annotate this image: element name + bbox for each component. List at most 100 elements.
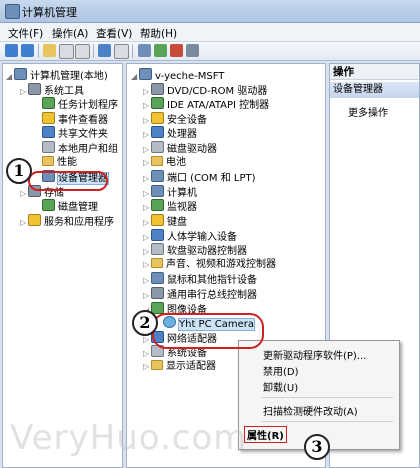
tree-item-label: 端口 (COM 和 LPT) xyxy=(167,173,256,185)
device_tree-row[interactable]: ▷ DVD/CD-ROM 驱动器 xyxy=(143,82,268,97)
tree-item-label: 本地用户和组 xyxy=(58,144,118,155)
tree-item-label: 处理器 xyxy=(167,129,197,141)
window-title: 计算机管理 xyxy=(22,6,77,19)
device_tree-row[interactable]: ▷ 键盘 xyxy=(143,214,187,228)
expand-arrow-icon[interactable]: ◢ xyxy=(6,70,14,84)
port-icon xyxy=(151,170,164,183)
back-icon[interactable] xyxy=(5,44,18,57)
left_tree-row[interactable]: 本地用户和组 xyxy=(34,141,118,155)
properties-icon[interactable] xyxy=(75,44,90,59)
expand-arrow-icon[interactable]: ▷ xyxy=(143,156,151,170)
device_tree-row[interactable]: ▷ 安全设备 xyxy=(143,111,207,126)
processor-icon xyxy=(151,126,164,139)
tree-item-label: 性能 xyxy=(57,156,77,168)
disable-icon[interactable] xyxy=(186,44,199,57)
ctx-scan-hardware[interactable]: 扫描检测硬件改动(A) xyxy=(263,403,358,418)
ctx-disable[interactable]: 禁用(D) xyxy=(263,363,299,378)
device_tree-row[interactable]: ◢ v-yeche-MSFT xyxy=(131,68,224,82)
forward-icon[interactable] xyxy=(21,44,34,57)
show-tree-icon[interactable] xyxy=(59,44,74,59)
toolbar xyxy=(0,42,420,61)
tree-item-label: 安全设备 xyxy=(167,114,207,126)
battery-icon xyxy=(151,155,163,166)
display-icon xyxy=(151,360,163,370)
menu-file[interactable]: 文件(F) xyxy=(8,26,43,41)
disk-management-icon xyxy=(42,199,55,212)
tree-item-label: 任务计划程序 xyxy=(58,100,118,112)
tools-icon xyxy=(28,82,41,95)
expand-arrow-icon[interactable]: ▷ xyxy=(20,187,28,201)
computer-icon xyxy=(139,68,152,80)
device_tree-row[interactable]: ▷ 声音、视频和游戏控制器 xyxy=(143,257,276,272)
up-folder-icon[interactable] xyxy=(43,44,56,57)
computer-management-icon xyxy=(5,4,20,19)
actions-section-device-manager[interactable]: 设备管理器 xyxy=(330,82,419,98)
users-icon xyxy=(42,141,55,153)
expand-arrow-icon[interactable]: ◢ xyxy=(131,70,139,84)
services-icon xyxy=(28,214,41,226)
highlight-device-manager xyxy=(28,171,108,191)
tree-item-label: 系统工具 xyxy=(44,85,84,97)
ctx-uninstall[interactable]: 卸载(U) xyxy=(263,379,298,394)
highlight-imaging-devices xyxy=(152,313,264,349)
device_tree-row[interactable]: ▷ 监视器 xyxy=(143,199,197,213)
help-icon[interactable] xyxy=(98,44,111,57)
computer-icon xyxy=(14,68,27,80)
tree-item-label: 共享文件夹 xyxy=(58,129,108,141)
menu-view[interactable]: 查看(V) xyxy=(96,26,132,41)
keyboard-icon xyxy=(151,214,164,226)
device_tree-row[interactable]: ▷ 计算机 xyxy=(143,184,197,199)
left_tree-row[interactable]: 事件查看器 xyxy=(34,111,108,126)
left_tree-row[interactable]: ▷ 服务和应用程序 xyxy=(20,214,114,228)
actions-header: 操作 xyxy=(330,64,419,80)
tree-item-label: v-yeche-MSFT xyxy=(155,71,225,82)
device_tree-row[interactable]: ▷ 磁盘驱动器 xyxy=(143,141,217,155)
dvd-icon xyxy=(151,82,164,95)
device_tree-row[interactable]: ▷ 鼠标和其他指针设备 xyxy=(143,272,257,286)
tree-item-label: DVD/CD-ROM 驱动器 xyxy=(167,85,268,97)
security-icon xyxy=(151,111,164,124)
callout-1: 1 xyxy=(6,158,32,184)
expand-arrow-icon[interactable]: ▷ xyxy=(20,85,28,99)
monitor-icon xyxy=(151,199,164,212)
performance-icon xyxy=(42,155,54,166)
ctx-update-driver[interactable]: 更新驱动程序软件(P)... xyxy=(263,347,366,362)
floppy-icon xyxy=(151,243,164,256)
device_tree-row[interactable]: ▷ 软盘驱动器控制器 xyxy=(143,243,247,257)
left_tree-row[interactable]: 性能 xyxy=(34,155,77,170)
tree-item-label: 计算机管理(本地) xyxy=(30,71,108,82)
ctx-properties[interactable]: 属性(R) xyxy=(244,426,287,443)
menu-help[interactable]: 帮助(H) xyxy=(140,26,177,41)
tree-item-label: 磁盘管理 xyxy=(58,202,98,214)
device_tree-row[interactable]: ▷ 端口 (COM 和 LPT) xyxy=(143,170,256,184)
device_tree-row[interactable]: ▷ 显示适配器 xyxy=(143,360,216,374)
mouse-icon xyxy=(151,272,164,285)
device_tree-row[interactable]: ▷ 人体学输入设备 xyxy=(143,228,237,243)
usb-icon xyxy=(151,287,164,299)
ctx-separator xyxy=(261,421,393,422)
uninstall-icon[interactable] xyxy=(170,44,183,57)
update-driver-icon[interactable] xyxy=(154,44,167,57)
watermark: VeryHuo.com xyxy=(10,418,248,458)
left_tree-row[interactable]: 任务计划程序 xyxy=(34,97,118,111)
expand-arrow-icon[interactable]: ▷ xyxy=(20,216,28,230)
device_tree-row[interactable]: ▷ IDE ATA/ATAPI 控制器 xyxy=(143,97,269,111)
expand-arrow-icon[interactable]: ▷ xyxy=(143,258,151,272)
show-hide-pane-icon[interactable] xyxy=(114,44,129,59)
device_tree-row[interactable]: ▷ 电池 xyxy=(143,155,186,170)
left_tree-row[interactable]: 磁盘管理 xyxy=(34,199,98,213)
left_tree-row[interactable]: ▷ 系统工具 xyxy=(20,82,84,99)
device_tree-row[interactable]: ▷ 通用串行总线控制器 xyxy=(143,287,257,301)
left_tree-row[interactable]: 共享文件夹 xyxy=(34,126,108,140)
scan-hardware-icon[interactable] xyxy=(138,44,151,57)
left_tree-row[interactable]: ◢ 计算机管理(本地) xyxy=(6,68,108,82)
tree-item-label: 软盘驱动器控制器 xyxy=(167,246,247,258)
expand-arrow-icon[interactable]: ▷ xyxy=(143,360,151,374)
sound-icon xyxy=(151,257,163,268)
title-bar: 计算机管理 xyxy=(0,0,420,23)
ctx-separator xyxy=(261,397,393,398)
more-actions-link[interactable]: 更多操作 xyxy=(348,104,388,119)
menu-action[interactable]: 操作(A) xyxy=(52,26,88,41)
device_tree-row[interactable]: ▷ 处理器 xyxy=(143,126,197,140)
tree-item-label: 鼠标和其他指针设备 xyxy=(167,275,257,287)
